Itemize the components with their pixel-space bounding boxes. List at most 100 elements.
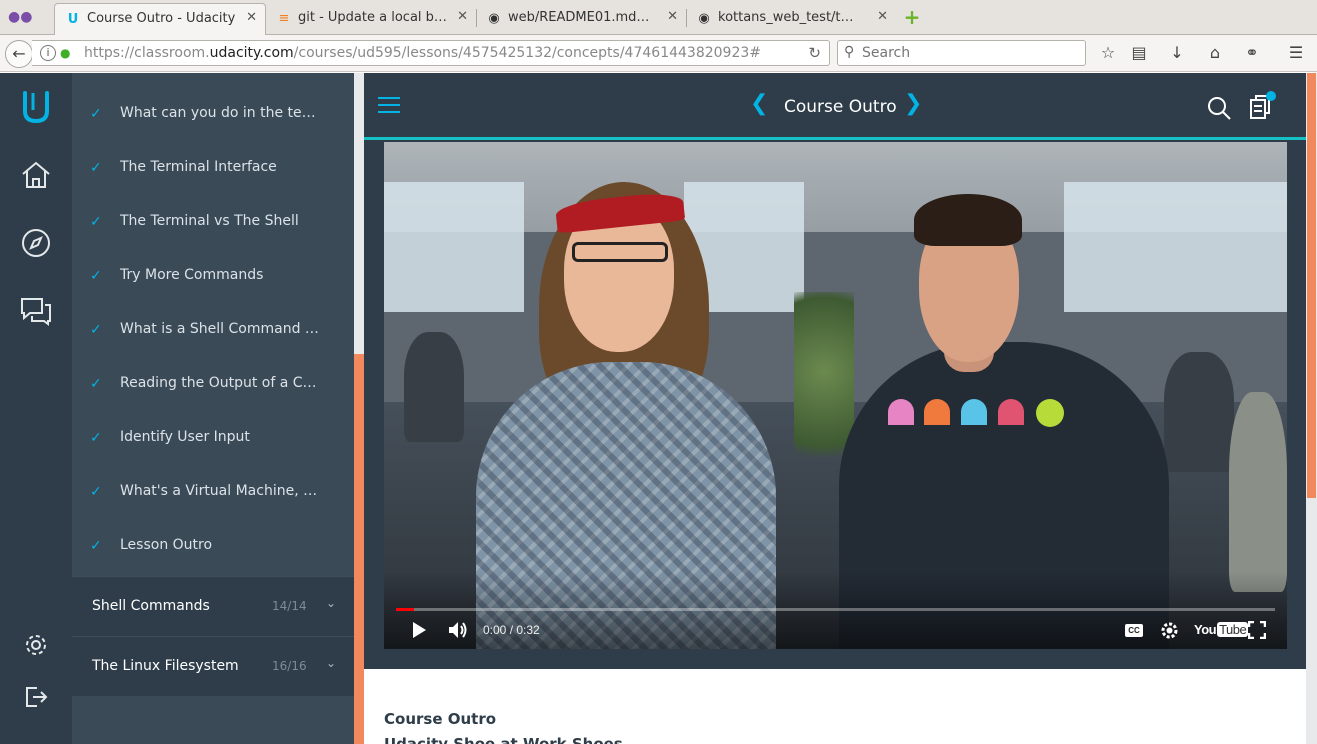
video-frame-glasses — [572, 242, 668, 262]
close-tab-icon[interactable]: ✕ — [457, 9, 468, 24]
browser-search-box[interactable]: ⚲ — [837, 40, 1086, 66]
video-frame-window — [1064, 182, 1287, 312]
checkmark-icon: ✓ — [90, 160, 102, 176]
concept-header: ❮ Course Outro ❯ — [364, 73, 1306, 140]
concept-item[interactable]: ✓ The Terminal vs The Shell — [72, 197, 354, 251]
menu-icon[interactable]: ☰ — [1285, 42, 1307, 64]
video-frame-window — [384, 182, 524, 312]
concept-label: What is a Shell Command … — [120, 321, 319, 337]
concept-label: Identify User Input — [120, 429, 250, 445]
youtube-logo-icon[interactable]: You Tube — [1194, 622, 1249, 637]
play-icon[interactable] — [411, 621, 427, 639]
video-player[interactable]: 0:00 / 0:32 CC You Tube — [384, 142, 1287, 649]
concept-label: Lesson Outro — [120, 537, 213, 553]
lesson-item-shell-commands[interactable]: Shell Commands 14/14 ⌄ — [72, 576, 354, 636]
concept-label: The Terminal Interface — [120, 159, 277, 175]
sidebar-scroll-thumb[interactable] — [354, 354, 364, 744]
checkmark-icon: ✓ — [90, 214, 102, 230]
concept-list: ✓ What can you do in the terminal? ✓ The T… — [72, 73, 354, 576]
udacity-logo-icon[interactable] — [16, 87, 56, 127]
close-tab-icon[interactable]: ✕ — [246, 10, 257, 25]
chevron-down-icon[interactable]: ⌄ — [326, 596, 336, 610]
browser-tab-kottans[interactable]: ◉ kottans_web_test/t… ✕ — [686, 3, 896, 35]
main-scroll-thumb[interactable] — [1307, 73, 1316, 498]
lesson-item-linux-filesystem[interactable]: The Linux Filesystem 16/16 ⌄ — [72, 636, 354, 696]
bookmark-star-icon[interactable]: ☆ — [1097, 42, 1119, 64]
concept-label: The Terminal vs The Shell — [120, 213, 299, 229]
tab-title: kottans_web_test/t… — [718, 10, 854, 25]
search-icon: ⚲ — [844, 44, 855, 60]
reload-icon[interactable]: ↻ — [808, 44, 821, 62]
youtube-word-tube: Tube — [1217, 622, 1249, 637]
browser-tab-udacity[interactable]: U Course Outro - Udacity ✕ — [54, 3, 266, 35]
concept-item[interactable]: ✓ What can you do in the terminal? — [72, 89, 354, 143]
captions-cc-icon[interactable]: CC — [1125, 624, 1143, 637]
page-title: Course Outro — [784, 97, 897, 117]
chevron-left-icon[interactable]: ❮ — [750, 91, 768, 116]
concept-item[interactable]: ✓ Lesson Outro — [72, 521, 354, 575]
home-icon[interactable]: ⌂ — [1204, 42, 1226, 64]
checkmark-icon: ✓ — [90, 322, 102, 338]
checkmark-icon: ✓ — [90, 538, 102, 554]
info-icon[interactable]: i — [40, 45, 56, 61]
concept-label: What can you do in the terminal? — [120, 105, 320, 121]
video-progress-fill — [396, 608, 414, 611]
chevron-down-icon[interactable]: ⌄ — [326, 656, 336, 670]
close-tab-icon[interactable]: ✕ — [877, 9, 888, 24]
video-frame-shirt-shape — [961, 399, 987, 425]
compass-icon[interactable] — [16, 223, 56, 263]
chevron-right-icon[interactable]: ❯ — [904, 91, 922, 116]
github-icon: ◉ — [488, 11, 500, 26]
tab-title: web/README01.md… — [508, 10, 650, 25]
settings-gear-icon[interactable] — [16, 625, 56, 665]
lock-icon[interactable]: ● — [60, 45, 74, 61]
volume-icon[interactable] — [448, 620, 470, 640]
app-rail — [0, 73, 72, 744]
tab-title: git - Update a local b… — [298, 10, 447, 25]
lesson-sidebar: ✓ What can you do in the terminal? ✓ The T… — [72, 73, 354, 744]
video-container: 0:00 / 0:32 CC You Tube — [364, 140, 1306, 669]
concept-item[interactable]: ✓ Try More Commands — [72, 251, 354, 305]
hamburger-menu-icon[interactable] — [378, 97, 400, 115]
browser-tab-git[interactable]: ≡ git - Update a local b… ✕ — [266, 3, 476, 35]
url-text[interactable]: https://classroom.udacity.com/courses/ud… — [84, 45, 761, 61]
concept-label: Try More Commands — [120, 267, 264, 283]
pocket-icon[interactable]: ⚭ — [1241, 42, 1263, 64]
video-frame-person-right-hair — [914, 194, 1022, 246]
video-time: 0:00 / 0:32 — [483, 623, 540, 637]
concept-item[interactable]: ✓ Reading the Output of a Command — [72, 359, 354, 413]
notes-icon[interactable] — [1248, 91, 1276, 121]
concept-item[interactable]: ✓ Identify User Input — [72, 413, 354, 467]
concept-item[interactable]: ✓ What's a Virtual Machine, really? — [72, 467, 354, 521]
reading-list-icon[interactable]: ▤ — [1128, 42, 1150, 64]
chat-icon[interactable] — [16, 291, 56, 331]
lesson-name: The Linux Filesystem — [92, 658, 239, 674]
video-frame-shirt-shape — [888, 399, 914, 425]
browser-tab-readme[interactable]: ◉ web/README01.md… ✕ — [476, 3, 686, 35]
video-progress-bar[interactable] — [396, 608, 1275, 611]
back-arrow-icon[interactable]: ← — [5, 40, 33, 68]
checkmark-icon: ✓ — [90, 484, 102, 500]
address-bar[interactable]: i ● https://classroom.udacity.com/course… — [32, 40, 830, 66]
home-icon[interactable] — [16, 155, 56, 195]
fullscreen-icon[interactable] — [1247, 620, 1267, 640]
sidebar-scrollbar[interactable] — [354, 73, 364, 744]
notification-dot — [1266, 91, 1276, 101]
stackoverflow-icon: ≡ — [278, 11, 290, 26]
udacity-icon: U — [67, 12, 79, 27]
concept-item[interactable]: ✓ The Terminal Interface — [72, 143, 354, 197]
close-tab-icon[interactable]: ✕ — [667, 9, 678, 24]
new-tab-plus-icon[interactable]: + — [902, 7, 922, 27]
search-icon[interactable] — [1206, 95, 1232, 121]
main-scrollbar[interactable] — [1306, 73, 1317, 744]
lesson-name: Shell Commands — [92, 598, 210, 614]
checkmark-icon: ✓ — [90, 430, 102, 446]
video-settings-gear-icon[interactable] — [1160, 621, 1179, 640]
download-icon[interactable]: ↓ — [1166, 42, 1188, 64]
browser-search-input[interactable] — [862, 44, 1077, 62]
private-browsing-icon: ●● — [8, 9, 33, 25]
browser-tab-bar: ●● U Course Outro - Udacity ✕ ≡ git - Up… — [0, 0, 1317, 35]
checkmark-icon: ✓ — [90, 106, 102, 122]
logout-icon[interactable] — [16, 677, 56, 717]
concept-item[interactable]: ✓ What is a Shell Command … — [72, 305, 354, 359]
